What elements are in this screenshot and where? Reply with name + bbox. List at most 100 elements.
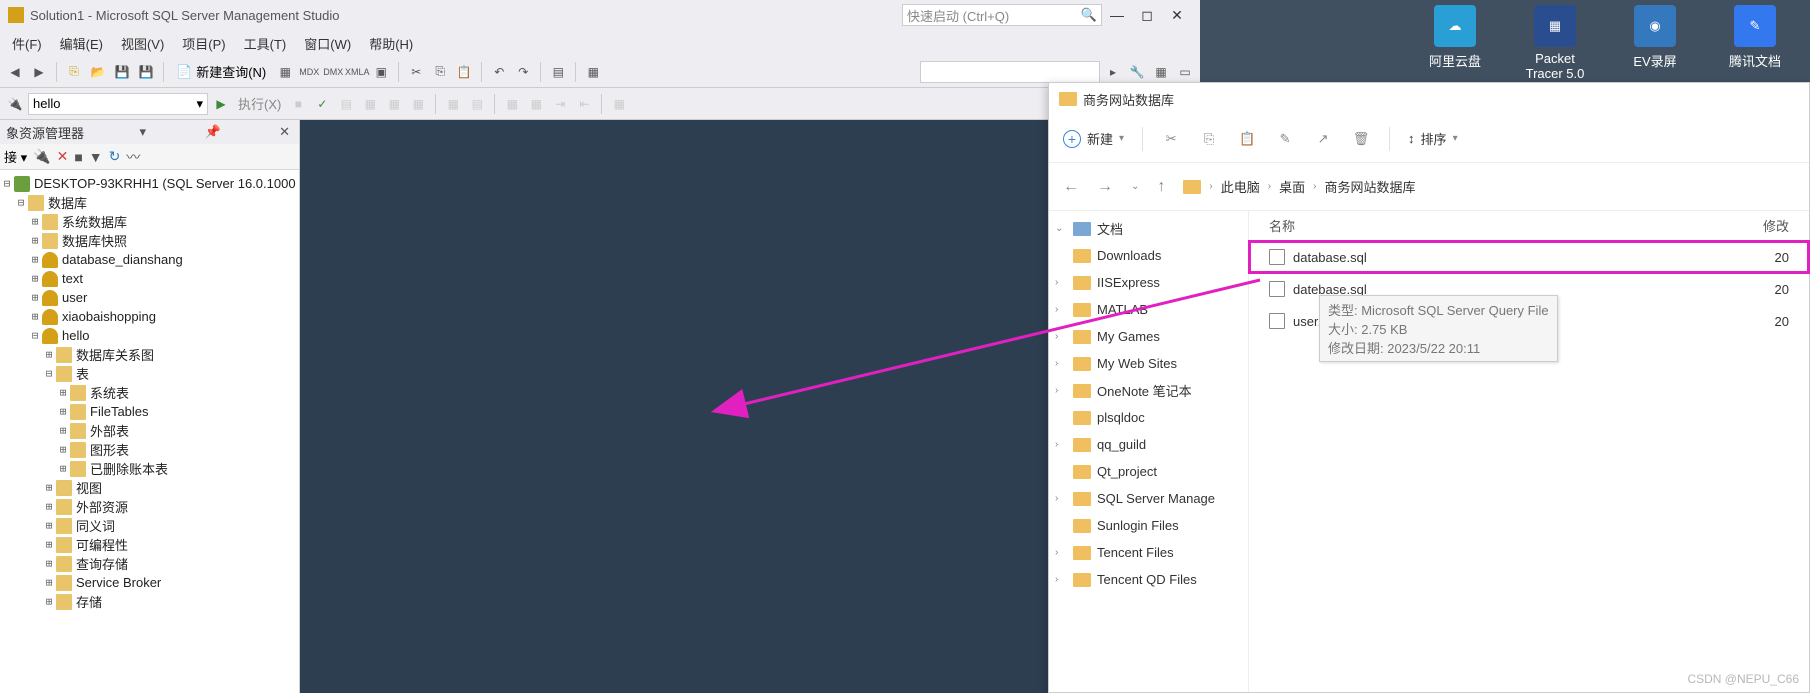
expand-icon[interactable]: ⊞ [56, 462, 70, 475]
tree-db4[interactable]: xiaobaishopping [62, 309, 156, 324]
desktop-icon-tencent[interactable]: ✎腾讯文档 [1720, 5, 1790, 81]
tree-sysdb[interactable]: 系统数据库 [62, 212, 127, 231]
file-row-database[interactable]: database.sql 20 [1249, 241, 1809, 273]
solution-dropdown[interactable] [920, 61, 1100, 83]
expand-icon[interactable]: ⊞ [28, 272, 42, 285]
wrench-icon[interactable]: 🔧 [1126, 61, 1148, 83]
expand-icon[interactable]: ⊞ [42, 500, 56, 513]
expand-icon[interactable]: ⊞ [28, 310, 42, 323]
tree-tables[interactable]: 表 [76, 364, 89, 383]
sidebar-item[interactable]: ›OneNote 笔记本 [1049, 377, 1248, 404]
up-button[interactable]: ↑ [1157, 178, 1165, 196]
tree-db2[interactable]: text [62, 271, 83, 286]
expand-icon[interactable]: ⊟ [28, 329, 42, 342]
registered-servers-icon[interactable]: ▦ [582, 61, 604, 83]
tree-synonyms[interactable]: 同义词 [76, 516, 115, 535]
tree-exttables[interactable]: 外部表 [90, 421, 129, 440]
back-button[interactable]: ◀ [4, 61, 26, 83]
results-grid-icon[interactable]: ▦ [442, 93, 464, 115]
menu-tools[interactable]: 工具(T) [236, 31, 295, 56]
db-engine-query-icon[interactable]: ▦ [274, 61, 296, 83]
expand-icon[interactable]: ⊞ [42, 519, 56, 532]
menu-help[interactable]: 帮助(H) [361, 31, 421, 56]
tree-db3[interactable]: user [62, 290, 87, 305]
parse-button[interactable]: ✓ [311, 93, 333, 115]
connect-icon[interactable]: 🔌 [33, 148, 50, 165]
desktop-icon-aliyun[interactable]: ☁阿里云盘 [1420, 5, 1490, 81]
connect-dropdown[interactable]: 接 ▾ [4, 147, 27, 166]
stop-icon[interactable]: ■ [74, 149, 82, 165]
maximize-button[interactable]: ◻ [1132, 4, 1162, 26]
cut-icon[interactable]: ✂ [1161, 129, 1181, 149]
panel-dropdown-icon[interactable]: ▾ [136, 124, 149, 140]
sidebar-item[interactable]: ›qq_guild [1049, 431, 1248, 458]
cube-icon[interactable]: ▣ [370, 61, 392, 83]
panel-pin-icon[interactable]: 📌 [201, 124, 223, 140]
expand-icon[interactable]: ⊞ [42, 576, 56, 589]
tree-storage[interactable]: 存储 [76, 592, 102, 611]
expand-icon[interactable]: ⊞ [56, 405, 70, 418]
dmx-icon[interactable]: DMX [322, 61, 344, 83]
crumb-desktop[interactable]: 桌面 [1279, 177, 1305, 196]
sidebar-item[interactable]: ›Tencent Files [1049, 539, 1248, 566]
sidebar-documents[interactable]: ⌄文档 [1049, 215, 1248, 242]
tree-diagram[interactable]: 数据库关系图 [76, 345, 154, 364]
paste-icon[interactable]: 📋 [1237, 129, 1257, 149]
results-text-icon[interactable]: ▤ [466, 93, 488, 115]
col-name[interactable]: 名称 [1269, 216, 1763, 235]
save-button[interactable]: 💾 [111, 61, 133, 83]
tree-servicebroker[interactable]: Service Broker [76, 575, 161, 590]
connect-icon[interactable]: 🔌 [4, 93, 26, 115]
expand-icon[interactable]: ⊞ [28, 253, 42, 266]
filter-icon[interactable]: ▼ [89, 149, 103, 165]
expand-icon[interactable]: ⊞ [42, 348, 56, 361]
tree-db1[interactable]: database_dianshang [62, 252, 183, 267]
tree-extres[interactable]: 外部资源 [76, 497, 128, 516]
new-button[interactable]: ⎘ [63, 61, 85, 83]
breadcrumb[interactable]: › 此电脑 › 桌面 › 商务网站数据库 [1183, 177, 1415, 196]
delete-icon[interactable]: 🗑 [1351, 129, 1371, 149]
sidebar-item[interactable]: Sunlogin Files [1049, 512, 1248, 539]
comment-icon[interactable]: ▦ [501, 93, 523, 115]
menu-view[interactable]: 视图(V) [113, 31, 172, 56]
menu-edit[interactable]: 编辑(E) [52, 31, 111, 56]
toolbox-icon[interactable]: ▦ [1150, 61, 1172, 83]
database-dropdown[interactable]: hello ▾ [28, 93, 208, 115]
paste-button[interactable]: 📋 [453, 61, 475, 83]
expand-icon[interactable]: ⊟ [0, 177, 14, 190]
crumb-thispc[interactable]: 此电脑 [1221, 177, 1260, 196]
open-button[interactable]: 📂 [87, 61, 109, 83]
activity-monitor-icon[interactable]: ▤ [547, 61, 569, 83]
menu-window[interactable]: 窗口(W) [296, 31, 359, 56]
sort-button[interactable]: ↕ 排序 ▾ [1408, 129, 1458, 148]
expand-icon[interactable]: ⊞ [28, 215, 42, 228]
cut-button[interactable]: ✂ [405, 61, 427, 83]
back-button[interactable]: ← [1063, 178, 1079, 196]
tree-prog[interactable]: 可编程性 [76, 535, 128, 554]
new-query-button[interactable]: 📄 新建查询(N) [170, 62, 272, 81]
mdx-icon[interactable]: MDX [298, 61, 320, 83]
expand-icon[interactable]: ⊞ [42, 481, 56, 494]
tree-querystore[interactable]: 查询存储 [76, 554, 128, 573]
minimize-button[interactable]: — [1102, 4, 1132, 26]
sidebar-item[interactable]: ›Tencent QD Files [1049, 566, 1248, 593]
sidebar-item[interactable]: ›My Games [1049, 323, 1248, 350]
sidebar-item[interactable]: ›SQL Server Manage [1049, 485, 1248, 512]
expand-icon[interactable]: ⊟ [14, 196, 28, 209]
new-button[interactable]: + 新建 ▾ [1063, 129, 1124, 148]
activity-icon[interactable]: 〰 [126, 147, 140, 167]
col-modified[interactable]: 修改 [1763, 216, 1789, 235]
tree-databases[interactable]: 数据库 [48, 193, 87, 212]
disconnect-icon[interactable]: ✕ [57, 148, 69, 165]
undo-button[interactable]: ↶ [488, 61, 510, 83]
specify-values-icon[interactable]: ▦ [608, 93, 630, 115]
tree-graphtables[interactable]: 图形表 [90, 440, 129, 459]
expand-icon[interactable]: ⊞ [28, 234, 42, 247]
sidebar-item[interactable]: Downloads [1049, 242, 1248, 269]
forward-button[interactable]: → [1097, 178, 1113, 196]
live-stats-icon[interactable]: ▦ [407, 93, 429, 115]
menu-project[interactable]: 项目(P) [174, 31, 233, 56]
quick-launch-input[interactable]: 快速启动 (Ctrl+Q) 🔍 [902, 4, 1102, 26]
tree-server[interactable]: DESKTOP-93KRHH1 (SQL Server 16.0.1000 [34, 176, 296, 191]
object-tree[interactable]: ⊟ DESKTOP-93KRHH1 (SQL Server 16.0.1000 ⊟… [0, 170, 299, 693]
